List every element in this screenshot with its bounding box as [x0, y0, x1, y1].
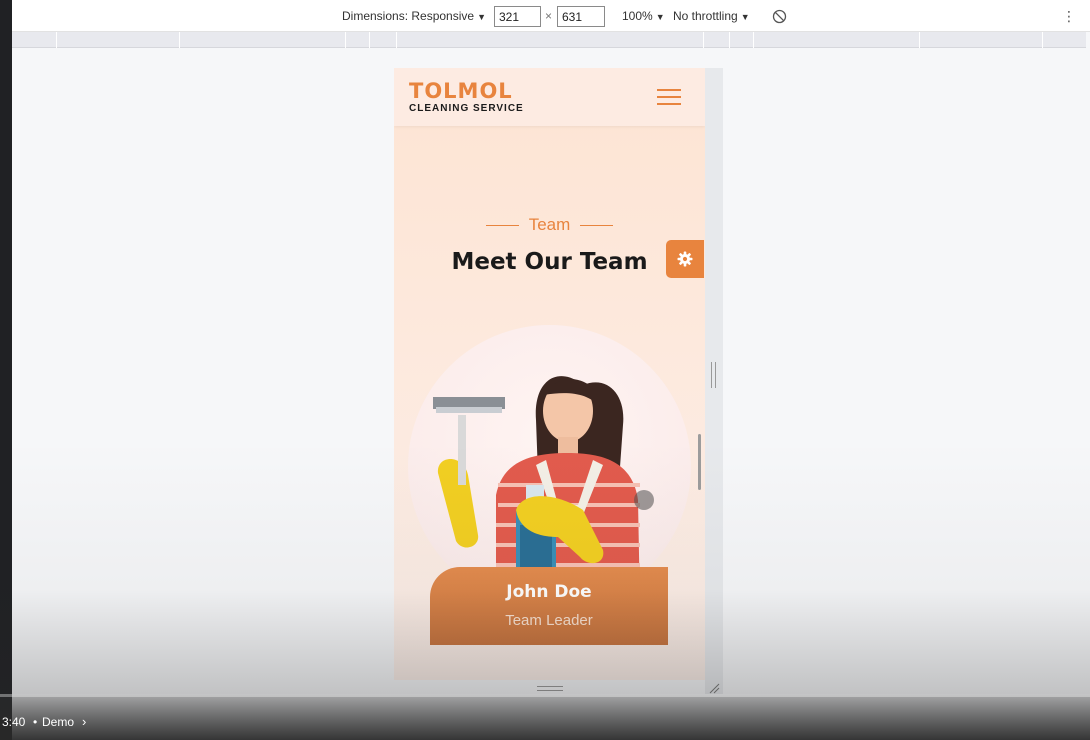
times-sign: ×: [545, 9, 553, 23]
height-input[interactable]: 631: [557, 6, 605, 27]
kebab-menu-icon[interactable]: ⋮: [1062, 8, 1076, 24]
throttling-label: No throttling: [673, 9, 738, 23]
throttling-select[interactable]: No throttling ▼: [673, 9, 750, 23]
ruler-segment[interactable]: [396, 32, 397, 48]
ruler-segment[interactable]: [919, 32, 920, 48]
ruler-segment[interactable]: [369, 32, 370, 48]
video-timestamp: 3:40: [2, 715, 26, 729]
ruler-segment[interactable]: [1042, 32, 1043, 48]
kicker-text: Team: [528, 215, 571, 234]
hamburger-menu-icon[interactable]: [657, 88, 683, 106]
page-scrollbar[interactable]: [698, 434, 701, 490]
member-role: Team Leader: [505, 612, 593, 629]
media-query-ruler: [12, 32, 1086, 48]
throttling-caret-icon: ▼: [740, 12, 750, 22]
member-name-plate: John Doe Team Leader: [430, 567, 668, 645]
resize-handle-bottom[interactable]: [537, 686, 563, 691]
dimensions-label: Dimensions: Responsive: [342, 9, 475, 23]
cleaner-illustration: [433, 376, 640, 608]
left-window-edge: [0, 0, 12, 740]
ruler-segment[interactable]: [345, 32, 346, 48]
settings-button[interactable]: [666, 240, 704, 278]
resize-handle-right[interactable]: [711, 362, 716, 388]
section-kicker: Team: [394, 215, 705, 235]
chapter-label[interactable]: Demo: [42, 715, 74, 729]
ruler-segment[interactable]: [179, 32, 180, 48]
site-header: TOLMOL CLEANING SERVICE: [394, 68, 705, 126]
touch-cursor: [634, 490, 654, 510]
chevron-right-icon[interactable]: ›: [82, 714, 86, 729]
section-title: Meet Our Team: [451, 249, 648, 275]
member-name: John Doe: [506, 582, 592, 602]
kicker-line-left: [485, 224, 519, 226]
zoom-caret-icon: ▼: [655, 12, 665, 22]
team-member-photo: [408, 325, 691, 608]
logo-subtitle: CLEANING SERVICE: [409, 103, 524, 114]
video-progress-track[interactable]: [0, 694, 1090, 697]
zoom-label: 100%: [622, 9, 653, 23]
zoom-select[interactable]: 100% ▼: [622, 9, 665, 23]
dimensions-caret-icon: ▼: [477, 12, 486, 22]
ruler-segment[interactable]: [56, 32, 57, 48]
ruler-segment[interactable]: [753, 32, 754, 48]
width-input[interactable]: 321: [494, 6, 541, 27]
video-control-bar: [0, 694, 1090, 740]
resize-corner-icon[interactable]: [708, 682, 720, 694]
logo-title[interactable]: TOLMOL: [409, 79, 513, 103]
device-toolbar: Dimensions: Responsive ▼ 321 × 631 100% ▼ …: [12, 0, 1090, 32]
ruler-segment[interactable]: [729, 32, 730, 48]
kicker-line-right: [580, 224, 614, 226]
dimensions-select[interactable]: Dimensions: Responsive ▼: [342, 9, 486, 23]
ruler-segment[interactable]: [703, 32, 704, 48]
gear-icon: [677, 251, 693, 267]
device-viewport: TOLMOL CLEANING SERVICE Team Meet Our Te…: [394, 68, 705, 680]
chapter-separator: •: [33, 715, 38, 729]
rotate-disabled-icon[interactable]: [772, 9, 787, 24]
